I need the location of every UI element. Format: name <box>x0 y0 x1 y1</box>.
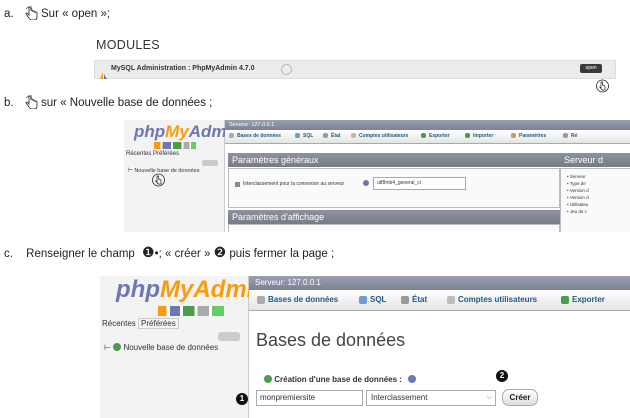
new-db-link[interactable]: ⊢ Nouvelle base de données <box>104 343 218 352</box>
step-a-prefix: a. <box>4 8 14 20</box>
collation-label: Interclassement pour la connexion au ser… <box>243 181 345 187</box>
database-icon <box>264 375 272 383</box>
general-settings-header: Paramètres généraux <box>228 153 560 167</box>
step-c-prefix: c. <box>4 248 13 260</box>
step-c-marker-1: ❶ <box>142 244 155 260</box>
step-c: c. Renseigner le champ ❶•; « créer » ❷ p… <box>4 244 334 261</box>
step-b-text: sur « Nouvelle base de données ; <box>41 97 213 109</box>
module-row: MySQL Administration : PhpMyAdmin 4.7.0 … <box>94 60 616 79</box>
server-panel-body: • Serveur • Type de • Version d • Versio… <box>560 168 630 232</box>
tab-user-accounts[interactable]: Comptes utilisateurs <box>351 133 408 139</box>
chevron-down-icon: ⌵ <box>486 394 492 401</box>
page-title: Bases de données <box>256 330 406 350</box>
hand-pointer-icon <box>596 78 609 93</box>
pma-tabs: Bases de données SQL État Comptes utilis… <box>249 290 630 311</box>
modules-title: MODULES <box>96 38 160 52</box>
tab-sql[interactable]: SQL <box>359 295 386 304</box>
server-info-list: • Serveur • Type de • Version d • Versio… <box>567 174 589 214</box>
display-settings-header: Paramètres d'affichage <box>228 210 560 224</box>
tab-databases[interactable]: Bases de données <box>257 295 338 304</box>
collapse-icon[interactable] <box>202 160 218 166</box>
module-label: MySQL Administration : PhpMyAdmin 4.7.0 <box>111 65 255 72</box>
screenshot-b: phpMyAdmin Récentes Préférées ⊢ Nouvelle… <box>124 120 630 232</box>
hand-pointer-icon <box>25 4 38 21</box>
pma-tabs: Bases de données SQL État Comptes utilis… <box>225 130 630 144</box>
step-c-marker-2: ❷ <box>213 244 227 260</box>
general-settings-body: Interclassement pour la connexion au ser… <box>228 168 560 208</box>
recent-tabs[interactable]: Récentes Préférées <box>126 151 179 157</box>
collation-select[interactable]: Interclassement ⌵ <box>366 390 496 406</box>
database-name-input[interactable]: monpremiersite <box>256 390 363 406</box>
tab-import[interactable]: Importer <box>465 133 493 139</box>
tab-export[interactable]: Exporter <box>421 133 450 139</box>
help-icon[interactable] <box>363 180 369 186</box>
create-button[interactable]: Créer <box>502 389 538 406</box>
tab-user-accounts[interactable]: Comptes utilisateurs <box>447 295 537 304</box>
step-b: b. sur « Nouvelle base de données ; <box>4 93 213 110</box>
tab-sql[interactable]: SQL <box>295 133 313 139</box>
open-button[interactable]: open <box>580 64 602 73</box>
tab-replication[interactable]: Ré <box>563 133 577 139</box>
tab-export[interactable]: Exporter <box>561 295 605 304</box>
display-settings-body <box>228 224 560 232</box>
marker-1-badge: 1 <box>236 393 248 405</box>
create-db-label: Création d'une base de données : <box>264 375 417 384</box>
server-breadcrumb[interactable]: Serveur: 127.0.0.1 <box>225 120 630 130</box>
phpmyadmin-sail-icon <box>99 65 108 79</box>
pma-sidebar: phpMyAdmin Récentes Préférées ⊢ Nouvelle… <box>100 276 268 418</box>
step-c-text-1: Renseigner le champ <box>26 248 135 260</box>
tab-status[interactable]: État <box>323 133 340 139</box>
collapse-icon[interactable] <box>218 332 240 341</box>
hand-pointer-icon <box>25 93 38 110</box>
pma-logo: phpMyAdmin <box>116 276 268 303</box>
tab-settings[interactable]: Paramètres <box>511 133 546 139</box>
tab-databases[interactable]: Bases de données <box>229 133 281 139</box>
step-c-text-3: puis fermer la page ; <box>229 248 335 260</box>
nav-icons[interactable] <box>154 142 196 149</box>
step-c-text-2: •; « créer » <box>154 248 211 260</box>
step-a: a. Sur « open »; <box>4 4 111 21</box>
gear-icon[interactable] <box>281 64 292 75</box>
step-b-prefix: b. <box>4 97 14 109</box>
nav-icons[interactable] <box>158 306 224 316</box>
collation-icon <box>235 182 240 187</box>
screenshot-c: phpMyAdmin Récentes Préférées ⊢ Nouvelle… <box>100 276 630 418</box>
server-breadcrumb[interactable]: Serveur: 127.0.0.1 <box>249 276 630 290</box>
help-icon[interactable] <box>408 375 417 383</box>
recent-tabs[interactable]: Récentes Préférées <box>102 318 179 329</box>
marker-2-badge: 2 <box>496 370 508 382</box>
hand-pointer-icon <box>152 172 165 191</box>
pma-sidebar: phpMyAdmin Récentes Préférées ⊢ Nouvelle… <box>124 120 242 232</box>
tab-status[interactable]: État <box>401 295 427 304</box>
step-a-text: Sur « open »; <box>41 8 111 20</box>
collation-select[interactable]: utf8mb4_general_ci <box>373 177 466 190</box>
server-panel-header: Serveur d <box>560 153 630 167</box>
